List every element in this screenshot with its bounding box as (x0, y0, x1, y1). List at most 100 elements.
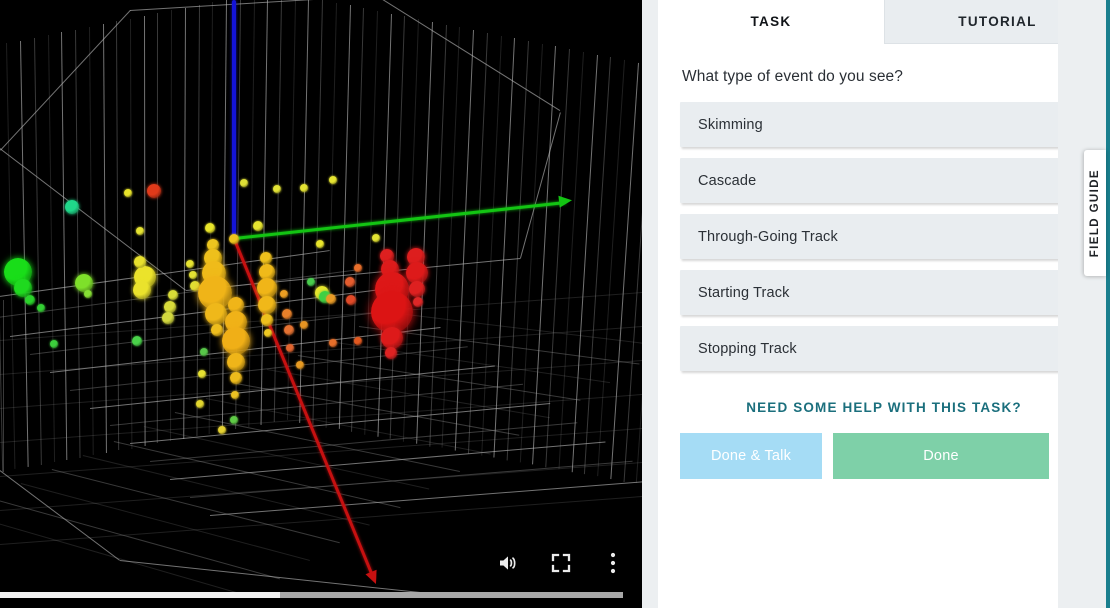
dom-hit (326, 294, 336, 304)
dom-hit (354, 264, 362, 272)
detector-wire (377, 13, 392, 437)
dom-hit (381, 327, 403, 349)
dom-hit (329, 339, 337, 347)
field-guide-tab[interactable]: FIELD GUIDE (1084, 150, 1106, 276)
answer-option-stopping-track[interactable]: Stopping Track (680, 326, 1088, 371)
dom-hit (205, 303, 227, 325)
detector-wire (208, 2, 214, 434)
dom-hit (307, 278, 315, 286)
dom-hit (300, 321, 308, 329)
classify-page: TASK TUTORIAL What type of event do you … (0, 0, 1110, 608)
field-guide-label: FIELD GUIDE (1089, 168, 1101, 258)
right-edge-rail (1106, 0, 1110, 608)
dom-hit (124, 189, 132, 197)
detector-wire (33, 37, 42, 465)
detector-wire (221, 0, 228, 432)
dom-hit (25, 295, 35, 305)
dom-hit (280, 290, 288, 298)
answer-option-cascade[interactable]: Cascade (680, 158, 1088, 203)
dom-hit (413, 297, 423, 307)
detector-wire (584, 57, 612, 475)
answer-option-starting-track[interactable]: Starting Track (680, 270, 1088, 315)
detector-wire (75, 29, 81, 458)
dom-hit (284, 325, 294, 335)
answer-option-skimming[interactable]: Skimming (680, 102, 1088, 147)
detector-wire (325, 2, 337, 428)
detector-wire (571, 54, 598, 472)
detector-wire (88, 26, 94, 456)
video-control-buttons (494, 548, 628, 578)
dom-hit (385, 347, 397, 359)
y-axis-arrow (232, 237, 376, 581)
dom-hit (75, 274, 93, 292)
dom-hit (229, 234, 239, 244)
dom-hit (198, 370, 206, 378)
detector-wire (6, 43, 16, 470)
dom-hit (296, 361, 304, 369)
detector-wire (312, 0, 324, 425)
video-controls (0, 536, 642, 608)
dom-hit (84, 290, 92, 298)
detector-wire (299, 0, 310, 423)
task-help-link[interactable]: NEED SOME HELP WITH THIS TASK? (680, 400, 1088, 415)
detector-wire (157, 13, 159, 444)
detector-wire (102, 24, 107, 453)
scrubber-progress (0, 592, 281, 598)
dom-hit (196, 400, 204, 408)
dom-hit (260, 252, 272, 264)
done-button[interactable]: Done (833, 433, 1049, 479)
dom-hit (134, 256, 146, 268)
dom-hit (257, 278, 277, 298)
dom-hit (227, 353, 245, 371)
dom-hit (345, 277, 355, 287)
detector-wire (558, 51, 584, 470)
detector-wire (61, 32, 68, 460)
dom-hit (354, 337, 362, 345)
dom-hit (346, 295, 356, 305)
z-axis-line (232, 0, 236, 240)
dom-hit (273, 185, 281, 193)
panel-tabs: TASK TUTORIAL (658, 0, 1110, 44)
dom-hit (409, 281, 425, 297)
neutrino-event-3d-scene[interactable] (0, 0, 642, 608)
dom-hit (316, 240, 324, 248)
volume-icon[interactable] (494, 548, 524, 578)
detector-wire (519, 43, 543, 463)
dom-hit (253, 221, 263, 231)
dom-hit (136, 227, 144, 235)
detector-wire (170, 10, 173, 442)
dom-hit (200, 348, 208, 356)
detector-wire (623, 65, 642, 482)
detector-wire (260, 0, 269, 425)
detector-wire (351, 8, 365, 432)
dom-hit (65, 200, 79, 214)
answer-list: Skimming Cascade Through-Going Track Sta… (680, 102, 1088, 371)
subject-viewer[interactable] (0, 0, 642, 608)
done-and-talk-button[interactable]: Done & Talk (680, 433, 822, 479)
dom-hit (300, 184, 308, 192)
detector-wire (597, 60, 626, 477)
detector-wire (20, 40, 29, 467)
more-options-icon[interactable] (598, 548, 628, 578)
dom-hit (218, 426, 226, 434)
detector-wire (545, 49, 571, 468)
dom-hit (162, 312, 174, 324)
dom-hit (189, 271, 197, 279)
dom-hit (286, 344, 294, 352)
dom-hit (50, 340, 58, 348)
task-body: What type of event do you see? Skimming … (658, 44, 1110, 608)
detector-wire (416, 21, 433, 444)
panel-gutter (642, 0, 658, 608)
fullscreen-icon[interactable] (546, 548, 576, 578)
dom-hit (186, 260, 194, 268)
dom-hit (132, 336, 142, 346)
tab-task[interactable]: TASK (658, 0, 884, 44)
dom-hit (230, 372, 242, 384)
detector-wire (338, 5, 351, 430)
video-scrubber[interactable] (0, 591, 623, 599)
dom-hit (258, 296, 276, 314)
detector-wire (286, 0, 296, 421)
classify-panel: TASK TUTORIAL What type of event do you … (658, 0, 1110, 608)
dom-hit (372, 234, 380, 242)
answer-option-through-going-track[interactable]: Through-Going Track (680, 214, 1088, 259)
